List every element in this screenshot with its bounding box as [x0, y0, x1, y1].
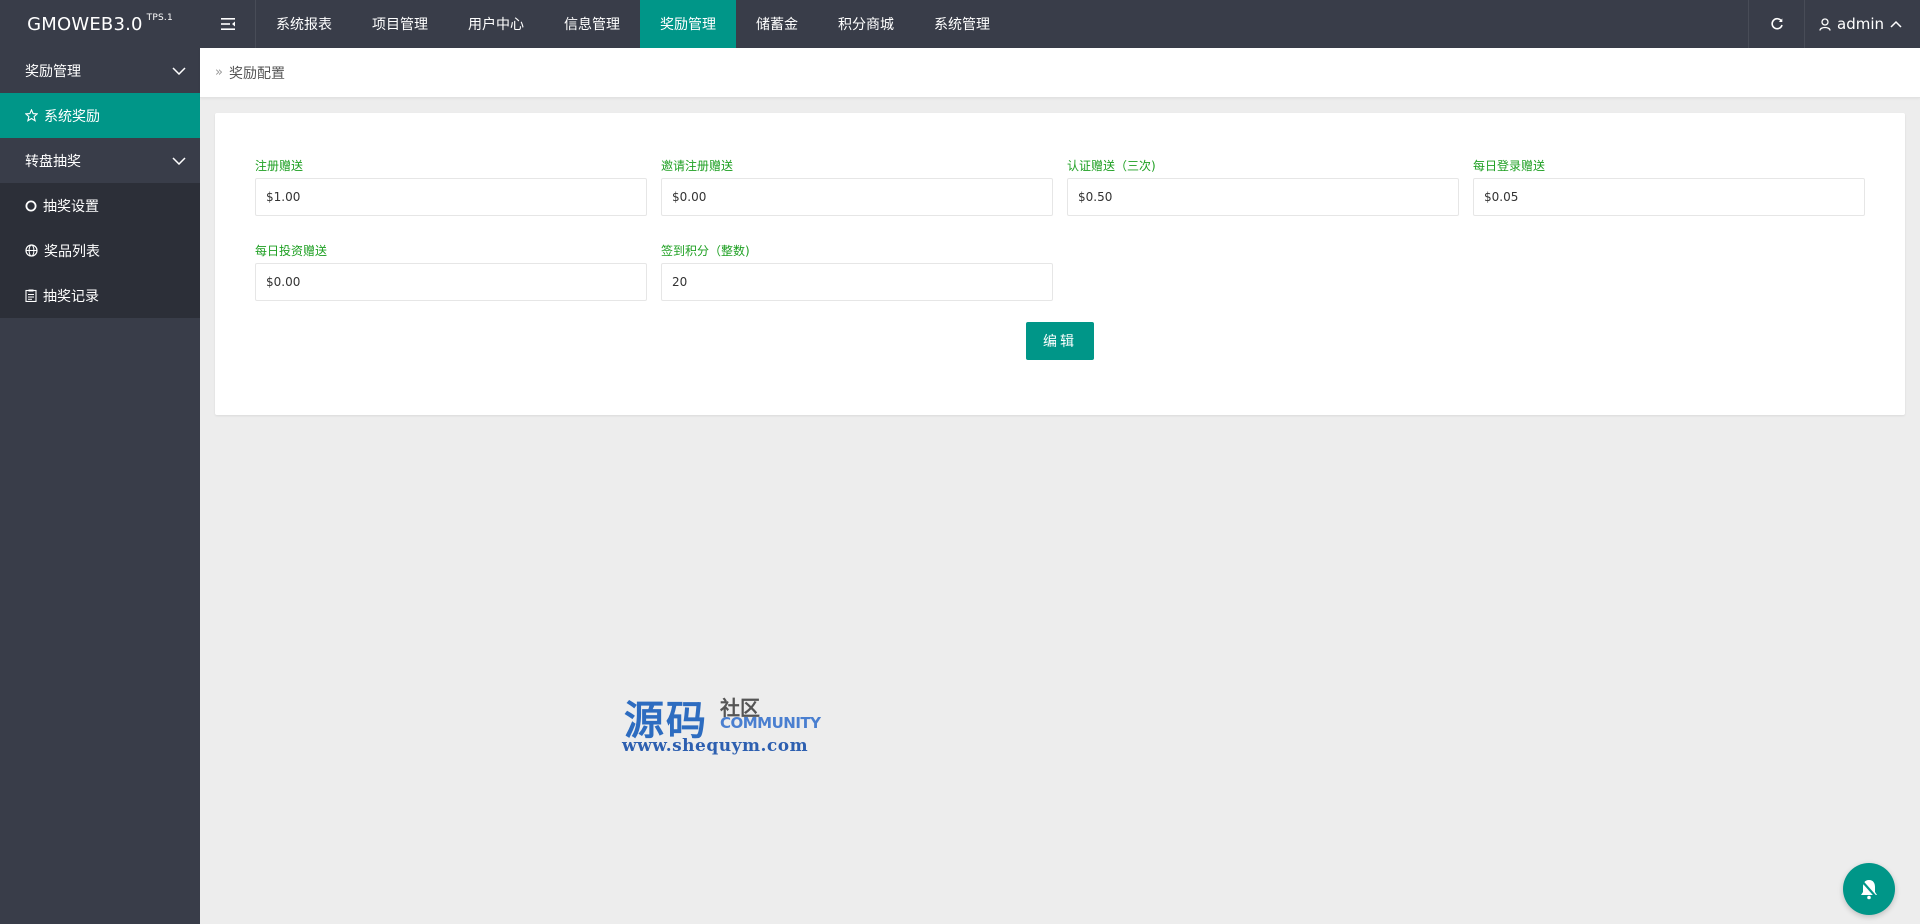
daily-invest-bonus-input[interactable] — [255, 263, 647, 301]
menu-fold-icon — [220, 18, 235, 30]
field-daily-login-bonus: 每日登录赠送 — [1473, 157, 1865, 216]
top-header: GMOWEB3.0 TPS.1 系统报表 项目管理 用户中心 信息管理 奖励管理 … — [0, 0, 1920, 48]
invite-bonus-input[interactable] — [661, 178, 1053, 216]
sidebar-item-label: 抽奖记录 — [43, 288, 99, 305]
user-menu-button[interactable]: admin — [1804, 0, 1920, 48]
nav-item-savings[interactable]: 储蓄金 — [736, 0, 818, 48]
nav-item-rewards[interactable]: 奖励管理 — [640, 0, 736, 48]
verify-bonus-input[interactable] — [1067, 178, 1459, 216]
nav-item-points-mall[interactable]: 积分商城 — [818, 0, 914, 48]
logo-version: TPS.1 — [146, 13, 173, 23]
globe-icon — [25, 244, 38, 257]
sidebar-group-label: 转盘抽奖 — [25, 153, 81, 170]
register-bonus-input[interactable] — [255, 178, 647, 216]
watermark-logo: 源码 社区 COMMUNITY www.shequym.com — [622, 688, 822, 758]
sidebar-sublist: 抽奖设置 奖品列表 抽奖记录 — [0, 183, 200, 318]
floating-action-button[interactable] — [1843, 863, 1895, 915]
refresh-button[interactable] — [1748, 0, 1804, 48]
breadcrumb-current: 奖励配置 — [228, 65, 285, 82]
chevron-down-icon — [172, 156, 186, 165]
edit-button[interactable]: 编辑 — [1026, 322, 1094, 360]
sidebar-group-label: 奖励管理 — [25, 63, 81, 80]
field-label: 认证赠送（三次) — [1067, 159, 1156, 173]
field-label: 每日登录赠送 — [1473, 159, 1546, 173]
field-register-bonus: 注册赠送 — [255, 157, 647, 216]
nav-item-info[interactable]: 信息管理 — [544, 0, 640, 48]
menu-toggle-button[interactable] — [200, 0, 256, 48]
field-label: 注册赠送 — [255, 159, 304, 173]
sidebar-item-label: 抽奖设置 — [43, 198, 99, 215]
checkin-points-input[interactable] — [661, 263, 1053, 301]
sidebar-item-prize-list[interactable]: 奖品列表 — [0, 228, 200, 273]
sidebar-group-rewards[interactable]: 奖励管理 — [0, 48, 200, 93]
nav-item-system[interactable]: 系统管理 — [914, 0, 1010, 48]
nav-item-users[interactable]: 用户中心 — [448, 0, 544, 48]
sidebar-item-system-rewards[interactable]: 系统奖励 — [0, 93, 200, 138]
star-icon — [25, 109, 38, 122]
circle-icon — [25, 200, 37, 211]
field-verify-bonus: 认证赠送（三次) — [1067, 157, 1459, 216]
double-chevron-right-icon: » — [215, 65, 223, 80]
user-icon — [1819, 17, 1831, 31]
field-label: 邀请注册赠送 — [661, 159, 734, 173]
reward-config-form: 注册赠送 邀请注册赠送 认证赠送（三次) 每日登录赠送 每日投资赠送 签到积分（… — [215, 113, 1905, 415]
nav-item-reports[interactable]: 系统报表 — [256, 0, 352, 48]
refresh-icon — [1770, 17, 1783, 30]
chevron-down-icon — [172, 66, 186, 75]
field-label: 每日投资赠送 — [255, 244, 328, 258]
sidebar: 奖励管理 系统奖励 转盘抽奖 抽奖设置 奖品列表 抽奖记录 — [0, 48, 200, 924]
field-daily-invest-bonus: 每日投资赠送 — [255, 242, 647, 301]
field-label: 签到积分（整数) — [661, 244, 750, 258]
watermark-url: www.shequym.com — [622, 736, 809, 756]
breadcrumb: » 奖励配置 — [200, 48, 1920, 98]
app-logo[interactable]: GMOWEB3.0 TPS.1 — [0, 0, 200, 48]
chevron-up-icon — [1890, 20, 1902, 28]
sidebar-item-label: 奖品列表 — [44, 243, 100, 260]
top-nav: 系统报表 项目管理 用户中心 信息管理 奖励管理 储蓄金 积分商城 系统管理 — [256, 0, 1010, 48]
bell-off-icon — [1860, 879, 1878, 900]
header-right: admin — [1748, 0, 1920, 48]
field-checkin-points: 签到积分（整数) — [661, 242, 1053, 301]
field-invite-bonus: 邀请注册赠送 — [661, 157, 1053, 216]
daily-login-bonus-input[interactable] — [1473, 178, 1865, 216]
clipboard-icon — [25, 289, 37, 302]
sidebar-item-lottery-settings[interactable]: 抽奖设置 — [0, 183, 200, 228]
sidebar-group-wheel[interactable]: 转盘抽奖 — [0, 138, 200, 183]
watermark-en: COMMUNITY — [720, 714, 821, 732]
sidebar-item-lottery-records[interactable]: 抽奖记录 — [0, 273, 200, 318]
username: admin — [1837, 15, 1884, 33]
sidebar-item-label: 系统奖励 — [44, 108, 100, 125]
logo-text: GMOWEB3.0 — [27, 13, 143, 35]
nav-item-projects[interactable]: 项目管理 — [352, 0, 448, 48]
